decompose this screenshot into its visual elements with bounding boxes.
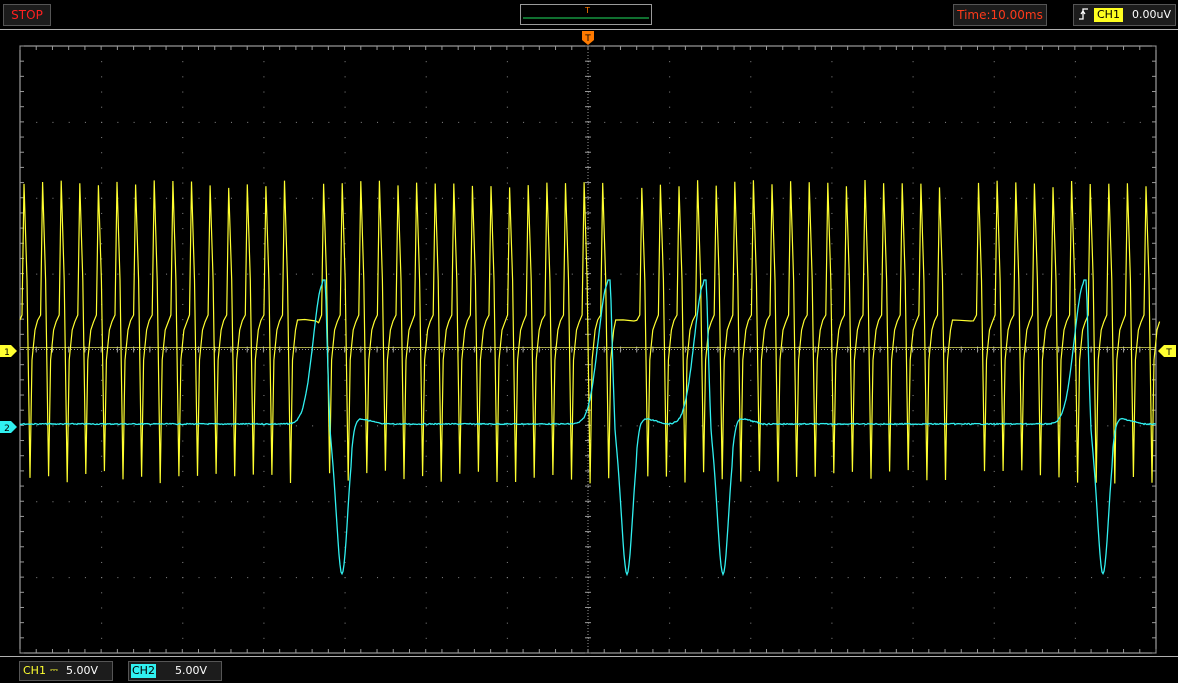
run-stop-button[interactable]: STOP xyxy=(3,4,51,26)
trigger-channel: CH1 xyxy=(1094,8,1123,22)
ch1-scale[interactable]: CH1 ⎓ 5.00V xyxy=(19,661,113,681)
waveform-display[interactable]: T T 1 2 xyxy=(0,30,1178,655)
memory-overview[interactable]: T xyxy=(520,4,652,25)
ch2-ground-marker[interactable]: 2 xyxy=(0,421,17,434)
ch2-label: CH2 xyxy=(131,664,156,678)
ch2-volts-per-div: 5.00V xyxy=(175,664,208,677)
svg-text:2: 2 xyxy=(4,424,10,434)
trigger-position-marker[interactable]: T xyxy=(582,31,594,45)
rising-edge-icon xyxy=(1078,5,1090,30)
channel-status-bar: CH1 ⎓ 5.00V CH2 5.00V xyxy=(0,656,1178,683)
ch1-ground-marker[interactable]: 1 xyxy=(0,345,17,358)
overview-trigger-mark: T xyxy=(584,6,590,15)
svg-text:T: T xyxy=(584,34,591,44)
ch1-volts-per-div: 5.00V xyxy=(66,664,99,677)
svg-text:T: T xyxy=(1165,348,1172,358)
trigger-level-marker[interactable]: T xyxy=(1158,345,1176,358)
top-toolbar: STOP T Time:10.00ms CH1 0.00uV xyxy=(0,0,1178,30)
ch1-label: CH1 xyxy=(23,664,46,677)
trigger-level: 0.00uV xyxy=(1132,8,1171,21)
ch1-waveform xyxy=(19,179,1161,484)
overview-waveform: T xyxy=(523,6,649,19)
trigger-settings[interactable]: CH1 0.00uV xyxy=(1073,4,1176,26)
ch2-scale[interactable]: CH2 5.00V xyxy=(128,661,222,681)
timebase-readout[interactable]: Time:10.00ms xyxy=(953,4,1047,26)
svg-text:1: 1 xyxy=(4,348,10,358)
dc-coupling-icon: ⎓ xyxy=(50,665,58,676)
